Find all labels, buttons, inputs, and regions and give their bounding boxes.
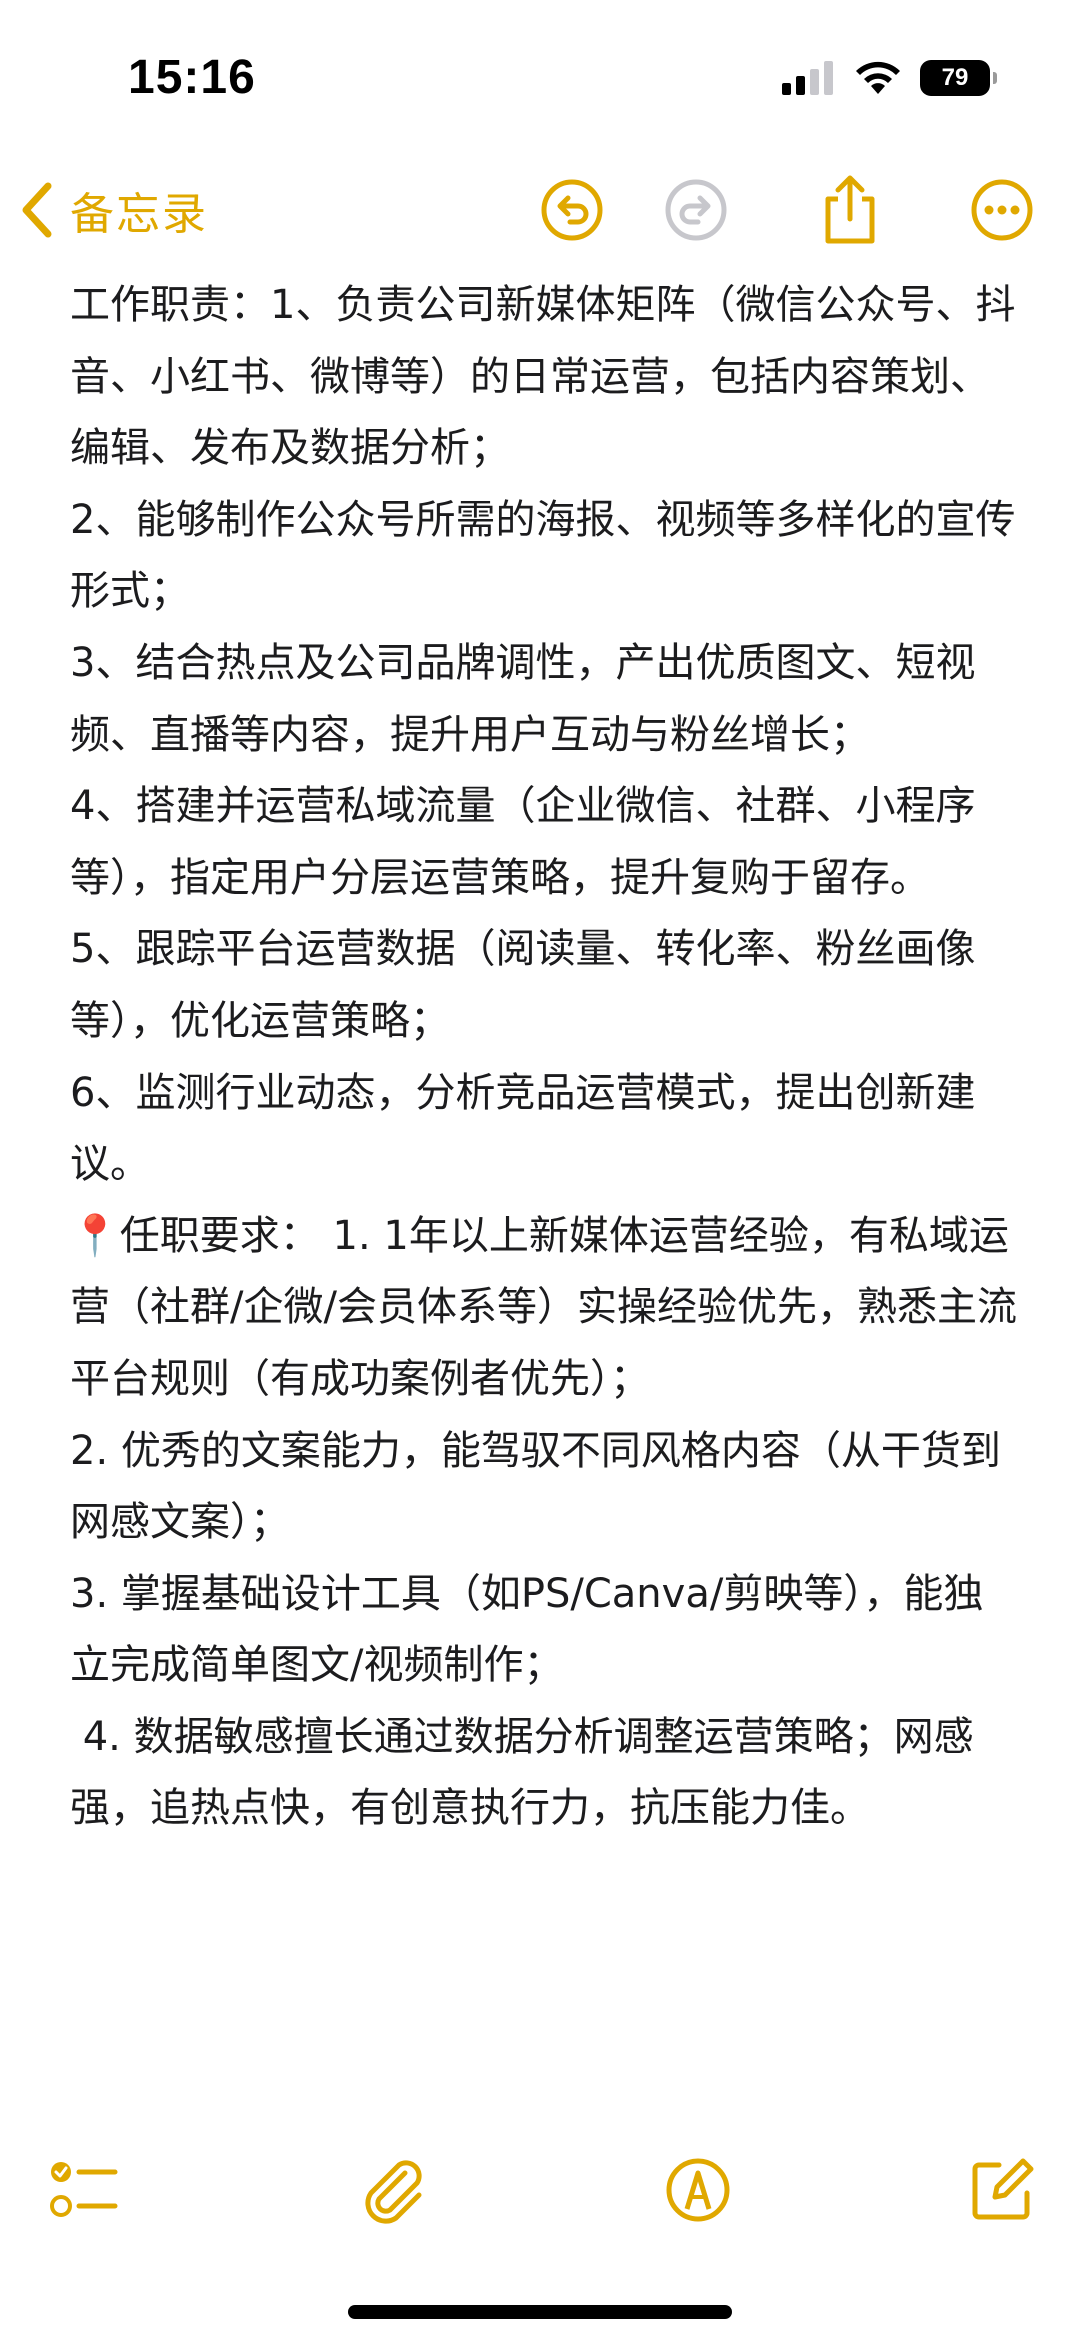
home-indicator[interactable] [348,2305,732,2319]
checklist-icon [50,2162,118,2217]
battery-indicator: 79 [920,60,997,96]
nav-bar: 备忘录 [0,150,1080,270]
note-paragraph-req-3: 3. 掌握基础设计工具（如PS/Canva/剪映等），能独立完成简单图文/视频制… [70,1570,984,1689]
battery-level: 79 [941,64,969,91]
share-button[interactable] [812,172,888,248]
chevron-left-icon [22,182,52,238]
note-paragraph-4: 4、搭建并运营私域流量（企业微信、社群、小程序等），指定用户分层运营策略，提升复… [70,783,976,901]
markup-icon [666,2158,730,2222]
wifi-icon [856,61,900,94]
more-icon [971,179,1033,241]
redo-button[interactable] [658,172,734,248]
cellular-signal-icon [782,61,833,95]
note-paragraph-requirements: 📍任职要求： 1. 1年以上新媒体运营经验，有私域运营（社群/企微/会员体系等）… [70,1212,1017,1402]
bottom-toolbar [0,2140,1080,2250]
note-paragraph-6: 6、监测行业动态，分析竞品运营模式，提出创新建议。 [70,1069,976,1188]
undo-icon [541,179,603,241]
compose-icon [972,2158,1034,2220]
note-paragraph-2: 2、能够制作公众号所需的海报、视频等多样化的宣传形式； [70,496,1016,615]
compose-button[interactable] [962,2150,1042,2230]
attachment-button[interactable] [354,2150,434,2230]
paperclip-icon [365,2160,422,2224]
share-icon [825,175,875,244]
note-paragraph-3: 3、结合热点及公司品牌调性，产出优质图文、短视频、直播等内容，提升用户互动与粉丝… [70,639,976,758]
status-time: 15:16 [128,51,256,104]
note-paragraph-req-4: 4. 数据敏感擅长通过数据分析调整运营策略；网感强，追热点快，有创意执行力，抗压… [70,1713,974,1832]
back-button[interactable]: 备忘录 [20,175,208,245]
note-body[interactable]: 工作职责：1、负责公司新媒体矩阵（微信公众号、抖音、小红书、微博等）的日常运营，… [70,270,1020,1845]
status-bar: 15:16 79 [0,0,1080,150]
more-button[interactable] [964,172,1040,248]
back-label: 备忘录 [70,189,208,240]
markup-button[interactable] [658,2150,738,2230]
note-paragraph-1: 工作职责：1、负责公司新媒体矩阵（微信公众号、抖音、小红书、微博等）的日常运营，… [70,282,1016,472]
undo-button[interactable] [534,172,610,248]
redo-icon [665,179,727,241]
status-indicators: 79 [782,60,997,96]
checklist-button[interactable] [44,2150,124,2230]
note-paragraph-5: 5、跟踪平台运营数据（阅读量、转化率、粉丝画像等），优化运营策略； [70,926,976,1044]
note-paragraph-req-2: 2. 优秀的文案能力，能驾驭不同风格内容（从干货到网感文案）； [70,1427,1001,1546]
